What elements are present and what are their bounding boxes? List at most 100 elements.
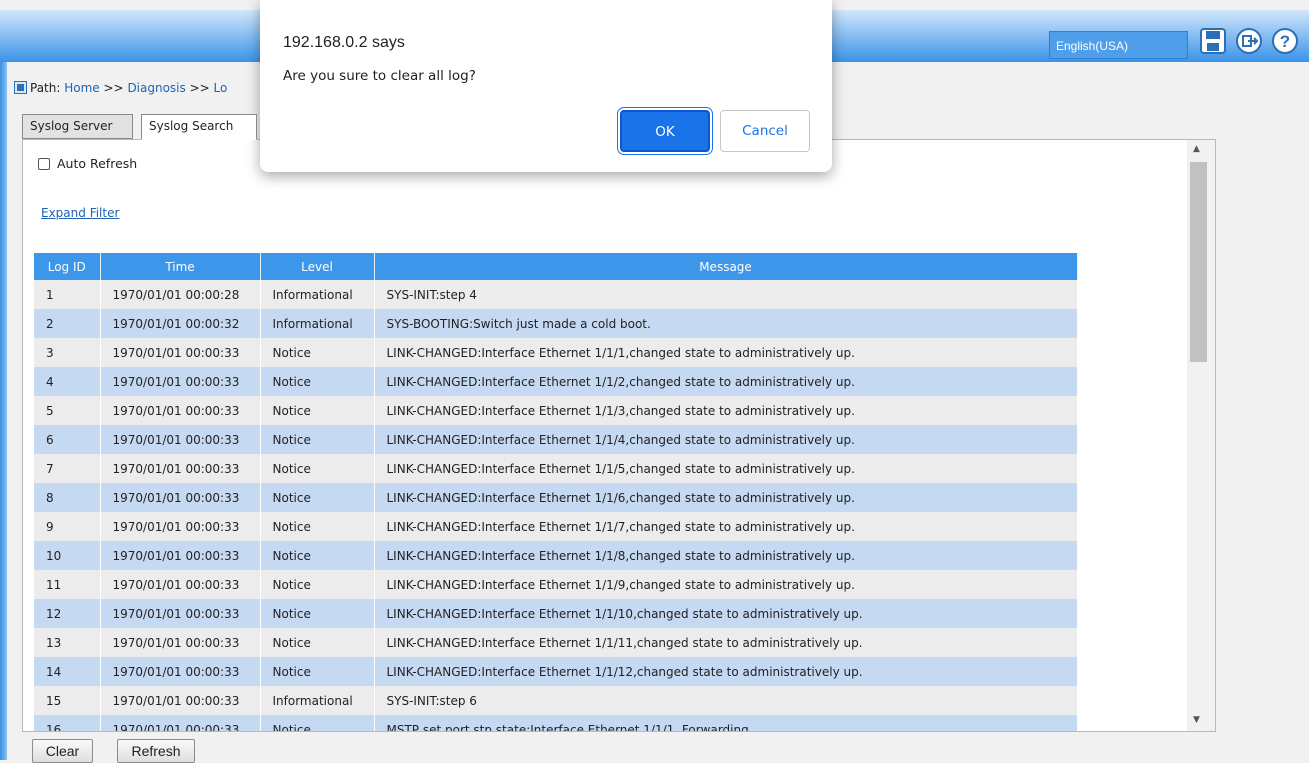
cell-level: Notice bbox=[260, 367, 375, 396]
col-header-log-id[interactable]: Log ID bbox=[34, 253, 101, 280]
cell-level: Notice bbox=[260, 483, 375, 512]
expand-filter-link[interactable]: Expand Filter bbox=[41, 206, 119, 220]
cell-message: LINK-CHANGED:Interface Ethernet 1/1/2,ch… bbox=[374, 367, 1078, 396]
vertical-scrollbar[interactable]: ▲ ▼ bbox=[1187, 140, 1215, 731]
cell-level: Notice bbox=[260, 338, 375, 367]
cell-level: Notice bbox=[260, 715, 375, 731]
confirm-dialog: 192.168.0.2 says Are you sure to clear a… bbox=[260, 0, 832, 172]
cell-time: 1970/01/01 00:00:33 bbox=[100, 454, 261, 483]
cell-log-id: 16 bbox=[34, 715, 101, 731]
cell-time: 1970/01/01 00:00:33 bbox=[100, 715, 261, 731]
breadcrumb-sep: >> bbox=[189, 81, 210, 95]
logout-icon[interactable] bbox=[1234, 26, 1264, 56]
table-row[interactable]: 7 1970/01/01 00:00:33 Notice LINK-CHANGED:I… bbox=[34, 454, 1078, 483]
cell-log-id: 12 bbox=[34, 599, 101, 628]
clear-button[interactable]: Clear bbox=[32, 739, 93, 763]
cell-level: Notice bbox=[260, 628, 375, 657]
cell-level: Notice bbox=[260, 599, 375, 628]
auto-refresh-option[interactable]: Auto Refresh bbox=[38, 156, 137, 171]
language-select[interactable]: English(USA) bbox=[1049, 31, 1188, 59]
auto-refresh-label: Auto Refresh bbox=[57, 156, 138, 171]
cell-log-id: 1 bbox=[34, 280, 101, 309]
syslog-search-panel: Auto Refresh Expand Filter Log ID Time L… bbox=[22, 139, 1216, 732]
table-row[interactable]: 14 1970/01/01 00:00:33 Notice LINK-CHANGED:… bbox=[34, 657, 1078, 686]
log-table-body: 1 1970/01/01 00:00:28 Informational SYS-INI… bbox=[34, 280, 1078, 731]
cell-message: LINK-CHANGED:Interface Ethernet 1/1/8,ch… bbox=[374, 541, 1078, 570]
tab-syslog-server[interactable]: Syslog Server bbox=[22, 114, 133, 139]
cell-time: 1970/01/01 00:00:33 bbox=[100, 541, 261, 570]
cell-time: 1970/01/01 00:00:33 bbox=[100, 367, 261, 396]
cell-log-id: 3 bbox=[34, 338, 101, 367]
col-header-message[interactable]: Message bbox=[374, 253, 1078, 280]
help-icon[interactable]: ? bbox=[1270, 26, 1300, 56]
cell-log-id: 11 bbox=[34, 570, 101, 599]
table-row[interactable]: 1 1970/01/01 00:00:28 Informational SYS-INI… bbox=[34, 280, 1078, 309]
table-row[interactable]: 8 1970/01/01 00:00:33 Notice LINK-CHANGED:I… bbox=[34, 483, 1078, 512]
breadcrumb: Path: Home >> Diagnosis >> Lo bbox=[14, 81, 228, 95]
cell-time: 1970/01/01 00:00:33 bbox=[100, 599, 261, 628]
cell-message: LINK-CHANGED:Interface Ethernet 1/1/3,ch… bbox=[374, 396, 1078, 425]
cell-message: LINK-CHANGED:Interface Ethernet 1/1/6,ch… bbox=[374, 483, 1078, 512]
table-row[interactable]: 11 1970/01/01 00:00:33 Notice LINK-CHANGED:… bbox=[34, 570, 1078, 599]
table-row[interactable]: 4 1970/01/01 00:00:33 Notice LINK-CHANGED:I… bbox=[34, 367, 1078, 396]
cell-level: Notice bbox=[260, 541, 375, 570]
cell-time: 1970/01/01 00:00:33 bbox=[100, 657, 261, 686]
cell-time: 1970/01/01 00:00:33 bbox=[100, 483, 261, 512]
cell-message: LINK-CHANGED:Interface Ethernet 1/1/1,ch… bbox=[374, 338, 1078, 367]
col-header-time[interactable]: Time bbox=[100, 253, 261, 280]
refresh-button[interactable]: Refresh bbox=[117, 739, 195, 763]
cell-message: LINK-CHANGED:Interface Ethernet 1/1/11,c… bbox=[374, 628, 1078, 657]
auto-refresh-checkbox[interactable] bbox=[38, 157, 50, 170]
table-row[interactable]: 10 1970/01/01 00:00:33 Notice LINK-CHANGED:… bbox=[34, 541, 1078, 570]
scroll-thumb[interactable] bbox=[1190, 162, 1207, 362]
cell-level: Notice bbox=[260, 454, 375, 483]
path-label: Path: bbox=[30, 81, 61, 95]
cell-log-id: 15 bbox=[34, 686, 101, 715]
table-row[interactable]: 13 1970/01/01 00:00:33 Notice LINK-CHANGED:… bbox=[34, 628, 1078, 657]
cell-message: LINK-CHANGED:Interface Ethernet 1/1/12,c… bbox=[374, 657, 1078, 686]
cell-time: 1970/01/01 00:00:33 bbox=[100, 686, 261, 715]
svg-text:?: ? bbox=[1280, 32, 1290, 51]
path-square-icon bbox=[14, 81, 27, 94]
cell-log-id: 10 bbox=[34, 541, 101, 570]
cell-level: Notice bbox=[260, 657, 375, 686]
table-header-row: Log ID Time Level Message bbox=[34, 253, 1078, 280]
left-edge-bar bbox=[0, 62, 7, 760]
cell-time: 1970/01/01 00:00:28 bbox=[100, 280, 261, 309]
table-row[interactable]: 12 1970/01/01 00:00:33 Notice LINK-CHANGED:… bbox=[34, 599, 1078, 628]
cell-message: SYS-INIT:step 6 bbox=[374, 686, 1078, 715]
cell-message: LINK-CHANGED:Interface Ethernet 1/1/10,c… bbox=[374, 599, 1078, 628]
table-row[interactable]: 15 1970/01/01 00:00:33 Informational SYS-IN… bbox=[34, 686, 1078, 715]
cell-message: LINK-CHANGED:Interface Ethernet 1/1/5,ch… bbox=[374, 454, 1078, 483]
breadcrumb-home[interactable]: Home bbox=[64, 81, 99, 95]
cell-level: Notice bbox=[260, 425, 375, 454]
cell-log-id: 13 bbox=[34, 628, 101, 657]
ok-button[interactable]: OK bbox=[620, 110, 710, 152]
table-row[interactable]: 2 1970/01/01 00:00:32 Informational SYS-BOO… bbox=[34, 309, 1078, 338]
cancel-button[interactable]: Cancel bbox=[720, 110, 810, 152]
cell-level: Notice bbox=[260, 512, 375, 541]
cell-log-id: 2 bbox=[34, 309, 101, 338]
table-row[interactable]: 16 1970/01/01 00:00:33 Notice MSTP set port… bbox=[34, 715, 1078, 731]
scroll-down-icon[interactable]: ▼ bbox=[1193, 715, 1200, 725]
table-row[interactable]: 3 1970/01/01 00:00:33 Notice LINK-CHANGED:I… bbox=[34, 338, 1078, 367]
col-header-level[interactable]: Level bbox=[260, 253, 375, 280]
breadcrumb-log[interactable]: Lo bbox=[214, 81, 228, 95]
cell-time: 1970/01/01 00:00:33 bbox=[100, 570, 261, 599]
cell-log-id: 5 bbox=[34, 396, 101, 425]
cell-time: 1970/01/01 00:00:33 bbox=[100, 338, 261, 367]
tab-syslog-search[interactable]: Syslog Search bbox=[141, 114, 257, 140]
cell-time: 1970/01/01 00:00:33 bbox=[100, 628, 261, 657]
save-icon[interactable] bbox=[1198, 26, 1228, 56]
table-row[interactable]: 5 1970/01/01 00:00:33 Notice LINK-CHANGED:I… bbox=[34, 396, 1078, 425]
cell-log-id: 9 bbox=[34, 512, 101, 541]
cell-level: Notice bbox=[260, 396, 375, 425]
cell-log-id: 6 bbox=[34, 425, 101, 454]
table-row[interactable]: 9 1970/01/01 00:00:33 Notice LINK-CHANGED:I… bbox=[34, 512, 1078, 541]
breadcrumb-sep: >> bbox=[103, 81, 124, 95]
scroll-up-icon[interactable]: ▲ bbox=[1193, 144, 1200, 154]
table-row[interactable]: 6 1970/01/01 00:00:33 Notice LINK-CHANGED:I… bbox=[34, 425, 1078, 454]
cell-message: LINK-CHANGED:Interface Ethernet 1/1/7,ch… bbox=[374, 512, 1078, 541]
cell-log-id: 8 bbox=[34, 483, 101, 512]
breadcrumb-diagnosis[interactable]: Diagnosis bbox=[127, 81, 185, 95]
